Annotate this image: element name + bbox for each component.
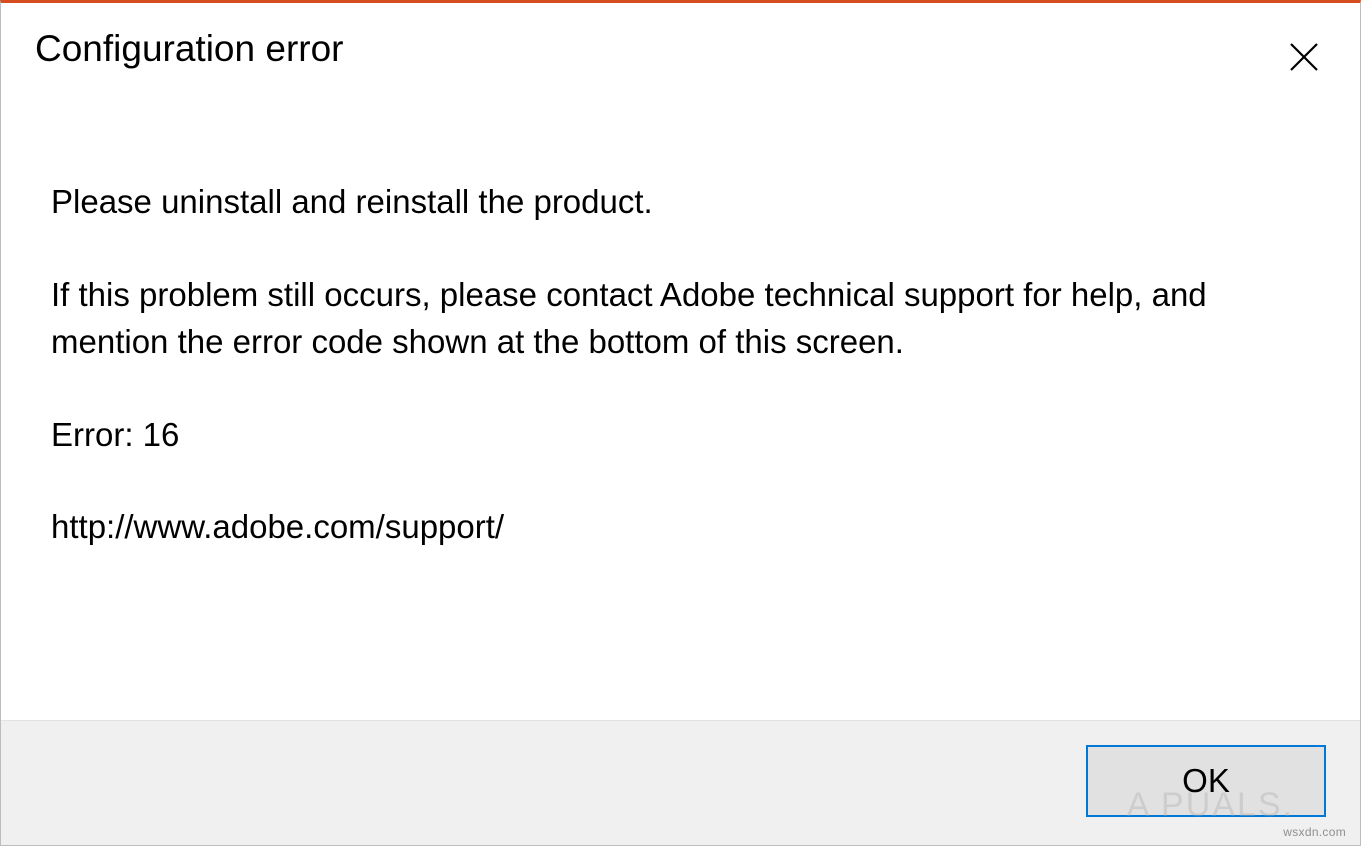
- close-button[interactable]: [1278, 31, 1330, 83]
- message-line-2: If this problem still occurs, please con…: [51, 272, 1310, 366]
- support-url: http://www.adobe.com/support/: [51, 504, 1310, 551]
- message-line-1: Please uninstall and reinstall the produ…: [51, 179, 1310, 226]
- close-icon: [1289, 42, 1319, 72]
- dialog-title: Configuration error: [35, 27, 343, 71]
- dialog-footer: OK: [1, 720, 1360, 845]
- dialog-body: Please uninstall and reinstall the produ…: [1, 83, 1360, 720]
- error-code: Error: 16: [51, 412, 1310, 459]
- ok-button[interactable]: OK: [1086, 745, 1326, 817]
- error-dialog: Configuration error Please uninstall and…: [0, 0, 1361, 846]
- titlebar: Configuration error: [1, 3, 1360, 83]
